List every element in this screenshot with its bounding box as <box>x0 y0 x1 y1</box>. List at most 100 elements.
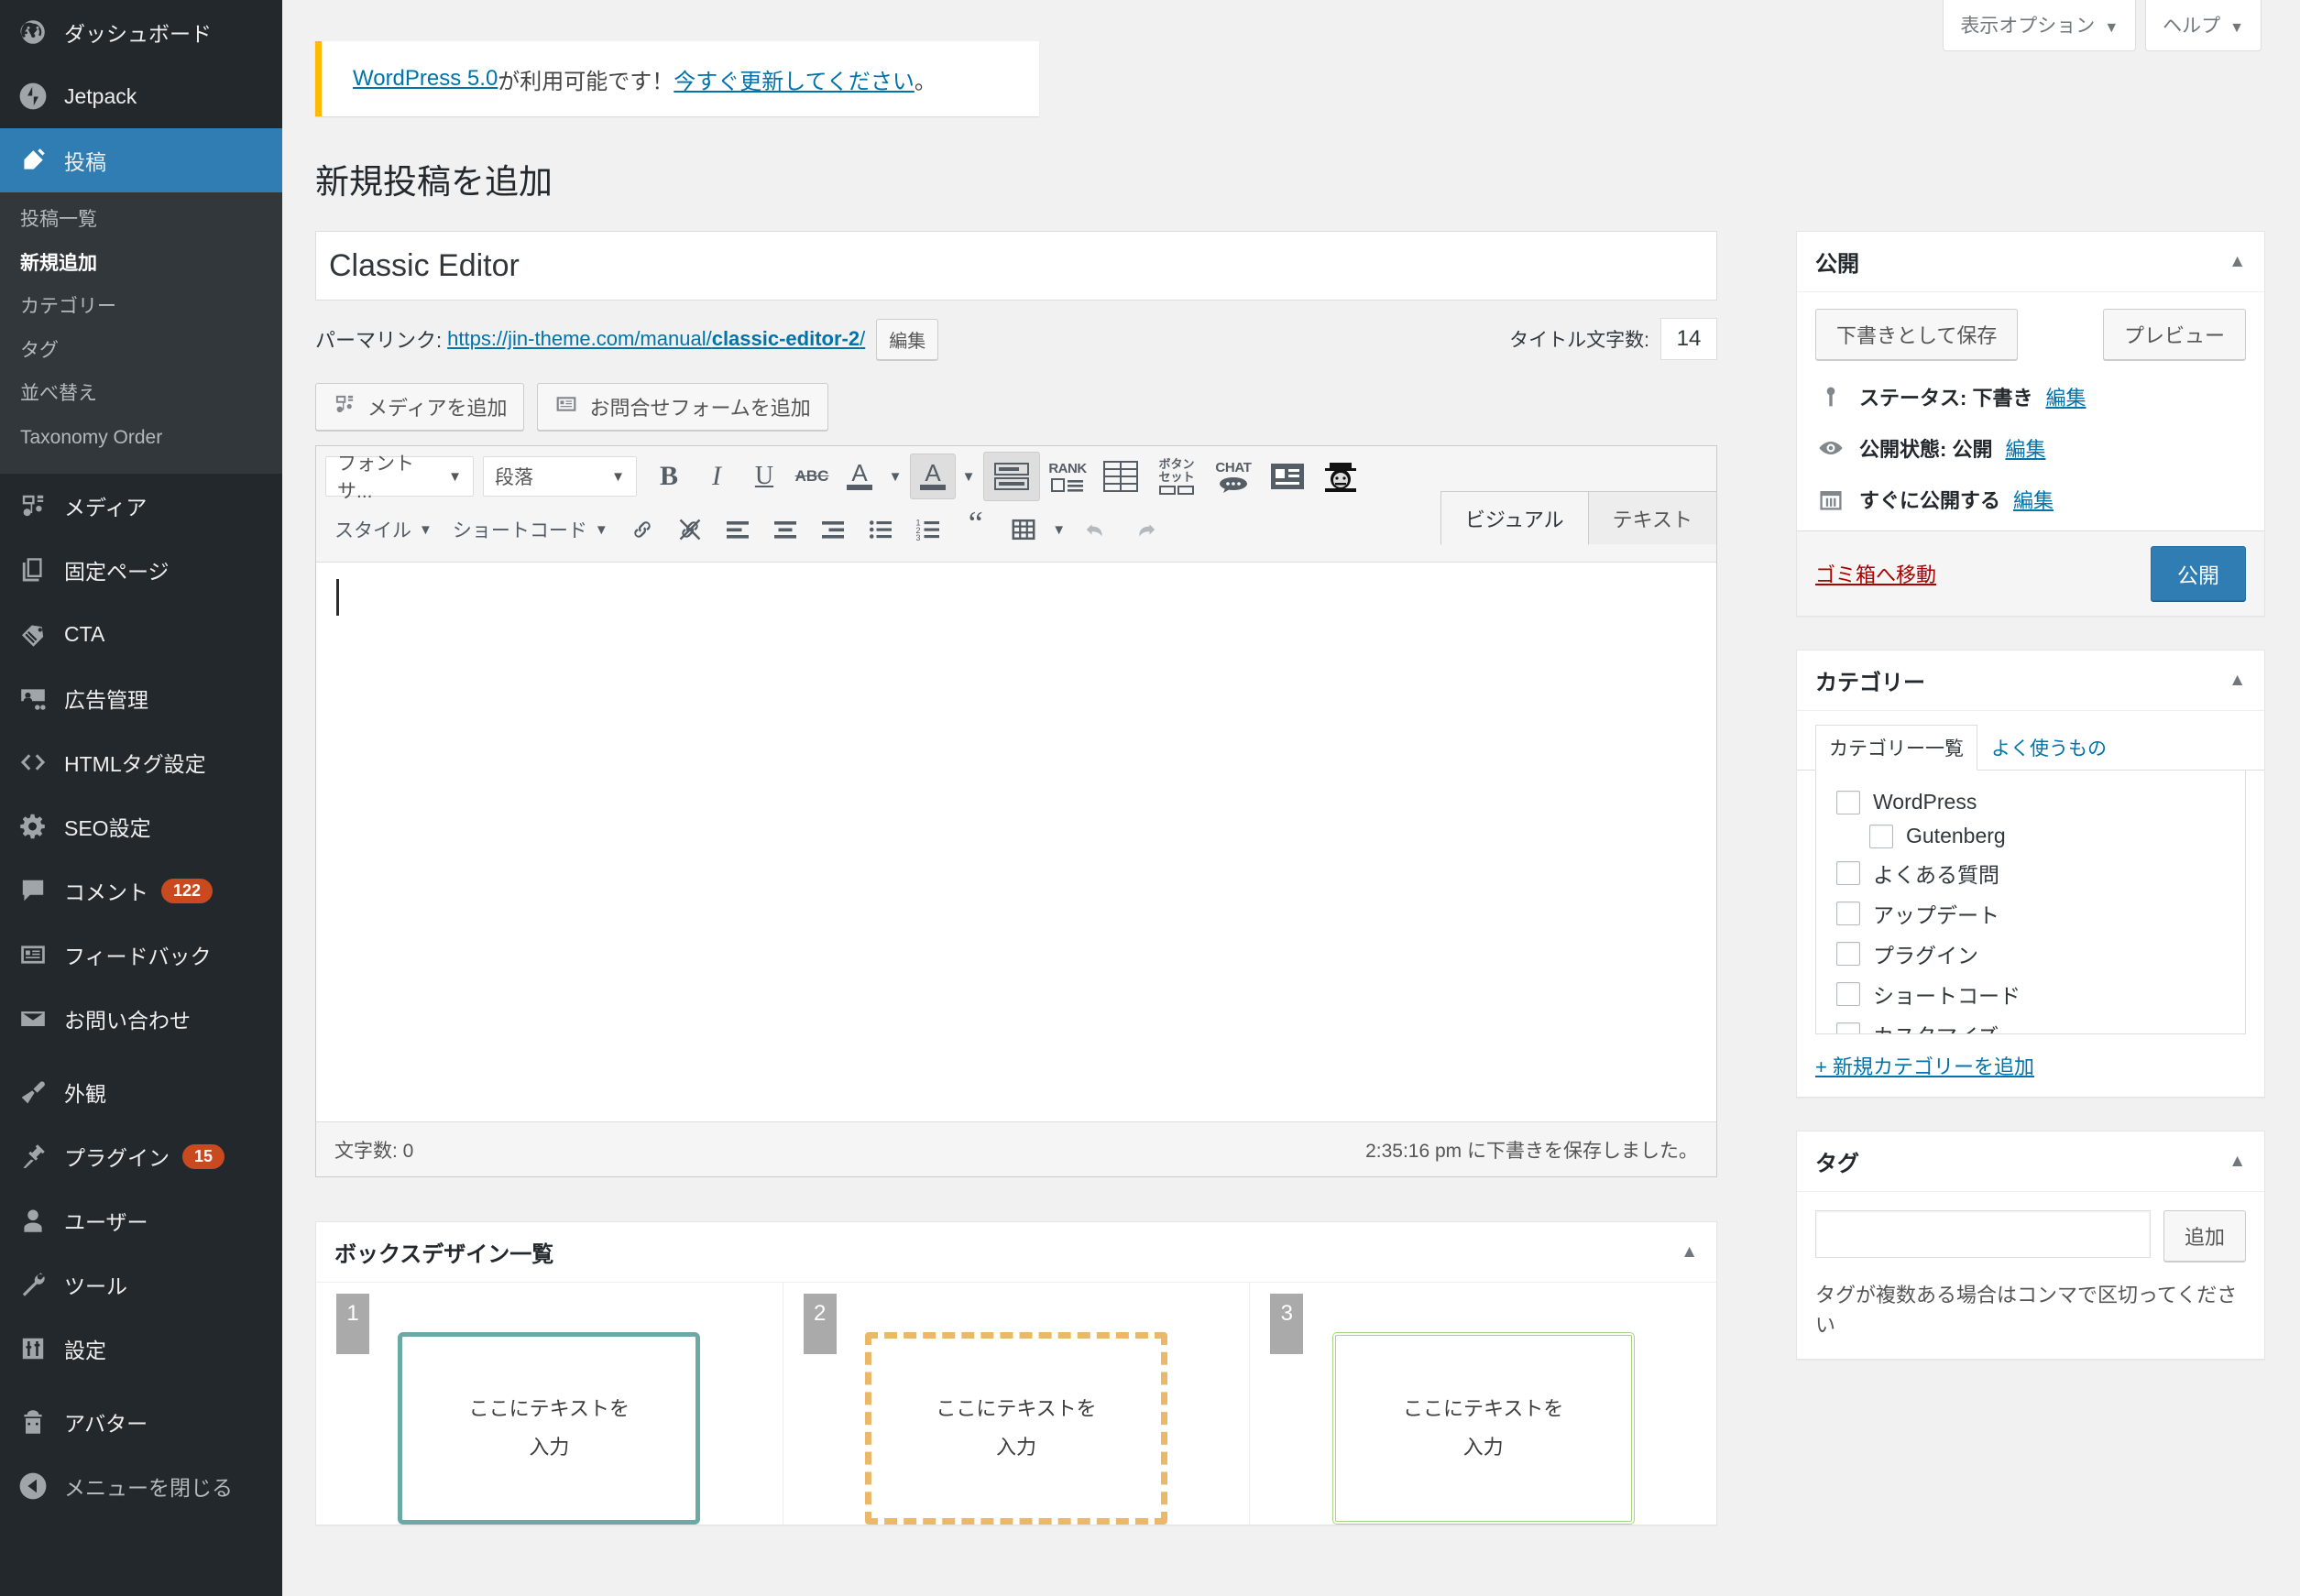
edit-status-link[interactable]: 編集 <box>2045 382 2086 411</box>
edit-slug-button[interactable]: 編集 <box>876 319 938 360</box>
table-box-icon[interactable] <box>1095 454 1146 499</box>
text-color-chevron-down-icon[interactable]: ▼ <box>882 454 908 499</box>
post-title-input[interactable] <box>315 231 1717 301</box>
submenu-item-categories[interactable]: カテゴリー <box>0 285 282 329</box>
sidebar-item-users[interactable]: ユーザー <box>0 1188 282 1252</box>
boxdesign-item[interactable]: 2 ここにテキストを 入力 <box>783 1283 1251 1525</box>
collapse-menu-button[interactable]: メニューを閉じる <box>0 1454 282 1518</box>
checkbox-icon[interactable] <box>1836 791 1860 814</box>
sidebar-item-plugins[interactable]: プラグイン 15 <box>0 1124 282 1188</box>
numbered-list-icon[interactable]: 123 <box>905 507 951 552</box>
category-checklist[interactable]: WordPress Gutenberg よくある質問 アップデート プラグイン <box>1815 771 2246 1034</box>
sidebar-item-seo[interactable]: SEO設定 <box>0 794 282 858</box>
strikethrough-icon[interactable]: ABC <box>789 454 835 499</box>
edit-schedule-link[interactable]: 編集 <box>2013 485 2054 514</box>
sidebar-item-contact[interactable]: お問い合わせ <box>0 987 282 1051</box>
link-icon[interactable] <box>619 507 665 552</box>
add-media-button[interactable]: メディアを追加 <box>315 383 524 431</box>
boxdesign-item[interactable]: 3 ここにテキストを 入力 <box>1250 1283 1716 1525</box>
checkbox-icon[interactable] <box>1836 1022 1860 1034</box>
move-to-trash-link[interactable]: ゴミ箱へ移動 <box>1815 559 1936 588</box>
boxdesign-header[interactable]: ボックスデザイン一覧 ▲ <box>316 1222 1716 1283</box>
sidebar-item-appearance[interactable]: 外観 <box>0 1060 282 1124</box>
info-box-icon[interactable] <box>1262 454 1313 499</box>
chevron-up-icon[interactable]: ▲ <box>2229 671 2246 691</box>
marker-box-icon[interactable] <box>983 452 1040 501</box>
highlight-color-icon[interactable]: A <box>910 454 956 499</box>
submenu-item-all-posts[interactable]: 投稿一覧 <box>0 198 282 242</box>
category-item[interactable]: WordPress <box>1816 785 2245 819</box>
category-item[interactable]: アップデート <box>1816 893 2245 934</box>
blockquote-icon[interactable]: “ <box>953 507 999 552</box>
shortcode-dropdown[interactable]: ショートコード ▼ <box>444 507 618 552</box>
update-nag-update-link[interactable]: 今すぐ更新してください <box>674 63 915 95</box>
edit-visibility-link[interactable]: 編集 <box>2005 433 2045 463</box>
publish-button[interactable]: 公開 <box>2151 546 2246 601</box>
align-center-icon[interactable] <box>762 507 808 552</box>
checkbox-icon[interactable] <box>1836 942 1860 966</box>
submenu-item-add-new[interactable]: 新規追加 <box>0 242 282 286</box>
category-item[interactable]: よくある質問 <box>1816 853 2245 893</box>
sidebar-item-dashboard[interactable]: ダッシュボード <box>0 0 282 64</box>
sidebar-item-settings[interactable]: 設定 <box>0 1317 282 1381</box>
tag-input[interactable] <box>1815 1210 2151 1258</box>
table-icon[interactable] <box>1001 507 1046 552</box>
paragraph-format-select[interactable]: 段落 ▼ <box>483 456 637 497</box>
submenu-item-taxonomy-order[interactable]: Taxonomy Order <box>0 416 282 460</box>
category-box-header[interactable]: カテゴリー ▲ <box>1797 650 2264 711</box>
submenu-item-reorder[interactable]: 並べ替え <box>0 372 282 416</box>
align-left-icon[interactable] <box>715 507 761 552</box>
preview-button[interactable]: プレビュー <box>2103 309 2246 360</box>
sidebar-item-avatar[interactable]: アバター <box>0 1390 282 1454</box>
tab-most-used[interactable]: よく使うもの <box>1977 725 2120 771</box>
category-item[interactable]: Gutenberg <box>1816 819 2245 853</box>
sidebar-item-feedback[interactable]: フィードバック <box>0 923 282 987</box>
update-nag-version-link[interactable]: WordPress 5.0 <box>353 66 498 92</box>
boxdesign-item[interactable]: 1 ここにテキストを 入力 <box>316 1283 783 1525</box>
sidebar-item-ads[interactable]: 広告管理 <box>0 666 282 730</box>
redo-icon[interactable] <box>1122 507 1167 552</box>
submenu-item-tags[interactable]: タグ <box>0 329 282 373</box>
add-new-category-link[interactable]: + 新規カテゴリーを追加 <box>1797 1042 2264 1097</box>
undo-icon[interactable] <box>1074 507 1120 552</box>
sidebar-item-media[interactable]: メディア <box>0 474 282 538</box>
tab-visual[interactable]: ビジュアル <box>1440 491 1589 545</box>
align-right-icon[interactable] <box>810 507 856 552</box>
button-set-icon[interactable]: ボタンセット <box>1148 454 1205 499</box>
chevron-up-icon[interactable]: ▲ <box>2229 252 2246 272</box>
editor-content-area[interactable] <box>316 563 1716 1121</box>
sidebar-item-html-tags[interactable]: HTMLタグ設定 <box>0 730 282 794</box>
sidebar-item-posts[interactable]: 投稿 <box>0 128 282 192</box>
chevron-up-icon[interactable]: ▲ <box>1681 1242 1698 1263</box>
category-item[interactable]: プラグイン <box>1816 934 2245 974</box>
screen-options-button[interactable]: 表示オプション▼ <box>1943 0 2136 51</box>
checkbox-icon[interactable] <box>1869 825 1893 848</box>
checkbox-icon[interactable] <box>1836 861 1860 885</box>
category-item[interactable]: カスタマイズ <box>1816 1014 2245 1034</box>
text-color-icon[interactable]: A <box>837 454 882 499</box>
chat-balloon-icon[interactable]: CHAT <box>1207 454 1260 499</box>
character-icon[interactable] <box>1315 454 1366 499</box>
bullet-list-icon[interactable] <box>858 507 904 552</box>
chevron-up-icon[interactable]: ▲ <box>2229 1152 2246 1172</box>
publish-box-header[interactable]: 公開 ▲ <box>1797 232 2264 292</box>
sidebar-item-pages[interactable]: 固定ページ <box>0 538 282 602</box>
underline-icon[interactable]: U <box>741 454 787 499</box>
tab-text[interactable]: テキスト <box>1588 491 1717 544</box>
table-chevron-down-icon[interactable]: ▼ <box>1046 507 1072 552</box>
unlink-icon[interactable] <box>667 507 713 552</box>
permalink-link[interactable]: https://jin-theme.com/manual/classic-edi… <box>447 327 865 351</box>
checkbox-icon[interactable] <box>1836 902 1860 925</box>
tag-box-header[interactable]: タグ ▲ <box>1797 1131 2264 1192</box>
add-contact-form-button[interactable]: お問合せフォームを追加 <box>537 383 827 431</box>
bold-icon[interactable]: B <box>646 454 692 499</box>
checkbox-icon[interactable] <box>1836 982 1860 1006</box>
sidebar-item-cta[interactable]: CTA <box>0 602 282 666</box>
add-tag-button[interactable]: 追加 <box>2163 1210 2246 1262</box>
style-dropdown[interactable]: スタイル ▼ <box>325 507 442 552</box>
category-item[interactable]: ショートコード <box>1816 974 2245 1014</box>
rank-box-icon[interactable]: RANK <box>1042 454 1093 499</box>
sidebar-item-tools[interactable]: ツール <box>0 1252 282 1317</box>
sidebar-item-comments[interactable]: コメント 122 <box>0 858 282 923</box>
save-draft-button[interactable]: 下書きとして保存 <box>1815 309 2018 360</box>
